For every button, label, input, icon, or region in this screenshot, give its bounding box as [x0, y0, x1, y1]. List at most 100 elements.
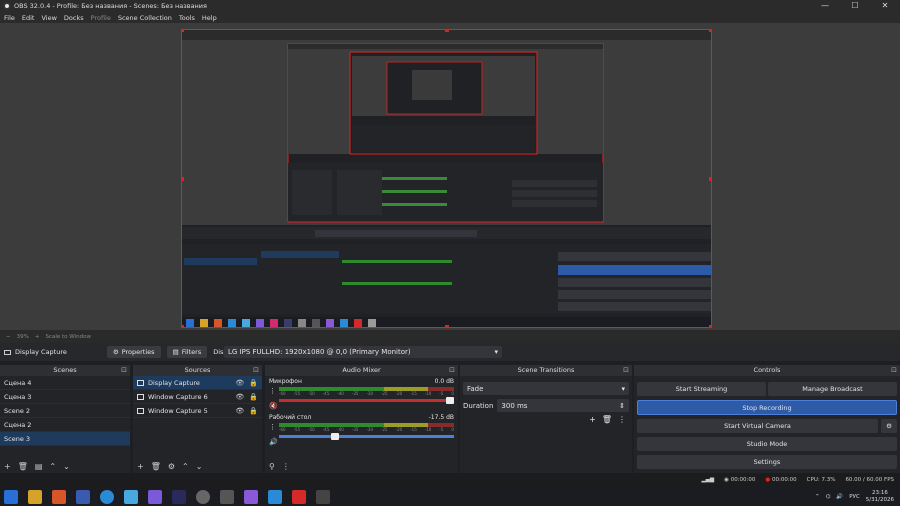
- eye-icon[interactable]: 👁: [235, 376, 244, 390]
- network-icon[interactable]: ⌬: [826, 494, 831, 500]
- trash-icon[interactable]: 🗑: [151, 462, 161, 471]
- zoom-in-icon[interactable]: +: [35, 334, 40, 340]
- volume-slider[interactable]: [279, 433, 454, 440]
- menu-profile[interactable]: Profile: [91, 14, 111, 22]
- resize-handle[interactable]: [445, 325, 449, 327]
- more-icon[interactable]: ⋮: [618, 415, 626, 424]
- chevron-up-icon[interactable]: ⌃: [49, 462, 56, 471]
- app-icon[interactable]: [244, 489, 258, 504]
- app-icon[interactable]: [220, 489, 234, 504]
- channel-db: -17.5 dB: [428, 414, 454, 421]
- volume-icon[interactable]: 🔊: [836, 494, 843, 500]
- resize-handle[interactable]: [445, 30, 449, 32]
- source-item[interactable]: Window Capture 5 👁 🔒: [133, 404, 262, 418]
- trash-icon[interactable]: 🗑: [602, 415, 612, 424]
- resize-handle[interactable]: [709, 325, 711, 327]
- windows-start-icon[interactable]: [4, 489, 18, 504]
- volume-slider[interactable]: [279, 397, 454, 404]
- resize-handle[interactable]: [182, 177, 184, 181]
- properties-button[interactable]: ⚙ Properties: [106, 346, 161, 358]
- filters-button[interactable]: ▤ Filters: [166, 346, 208, 358]
- scale-mode[interactable]: Scale to Window: [45, 334, 91, 340]
- resize-handle[interactable]: [182, 325, 184, 327]
- link-icon[interactable]: ⚲: [269, 462, 275, 471]
- file-explorer-icon[interactable]: [28, 489, 42, 504]
- spin-icon[interactable]: ⇕: [619, 402, 625, 410]
- twitch-icon[interactable]: [316, 489, 330, 504]
- menu-edit[interactable]: Edit: [22, 14, 35, 22]
- display-select[interactable]: LG IPS FULLHD: 1920x1080 @ 0,0 (Primary …: [224, 346, 502, 358]
- source-item[interactable]: Window Capture 6 👁 🔒: [133, 390, 262, 404]
- scene-item[interactable]: Scene 2: [0, 404, 130, 418]
- transition-select[interactable]: Fade ▾: [463, 382, 629, 395]
- filter-icon[interactable]: ▤: [35, 462, 43, 471]
- chevron-up-icon[interactable]: ⌃: [182, 462, 189, 471]
- app-icon[interactable]: [292, 489, 306, 504]
- dock-menu-icon[interactable]: ⊡: [449, 365, 455, 376]
- obs-icon[interactable]: [196, 489, 210, 504]
- add-icon[interactable]: +: [4, 462, 11, 471]
- after-effects-icon[interactable]: [172, 489, 186, 504]
- start-virtual-camera-button[interactable]: Start Virtual Camera: [637, 419, 878, 433]
- speaker-icon[interactable]: 🔊: [269, 438, 278, 446]
- obs-logo-icon: [3, 2, 11, 10]
- gear-icon[interactable]: ⋮: [269, 387, 276, 395]
- resize-handle[interactable]: [709, 30, 711, 32]
- dock-menu-icon[interactable]: ⊡: [253, 365, 259, 376]
- preview-canvas[interactable]: [181, 29, 712, 328]
- maximize-button[interactable]: ☐: [840, 0, 870, 12]
- scene-item[interactable]: Сцена 2: [0, 418, 130, 432]
- slider-handle[interactable]: [446, 397, 454, 404]
- add-icon[interactable]: +: [137, 462, 144, 471]
- scene-item[interactable]: Сцена 4: [0, 376, 130, 390]
- app-icon[interactable]: [148, 489, 162, 504]
- minimize-button[interactable]: —: [810, 0, 840, 12]
- start-streaming-button[interactable]: Start Streaming: [637, 382, 766, 396]
- studio-mode-button[interactable]: Studio Mode: [637, 437, 897, 451]
- app-icon[interactable]: [76, 489, 90, 504]
- edge-icon[interactable]: [100, 489, 114, 504]
- scene-item-selected[interactable]: Scene 3: [0, 432, 130, 446]
- menu-docks[interactable]: Docks: [64, 14, 84, 22]
- chevron-up-icon[interactable]: ⌃: [815, 494, 820, 500]
- app-icon[interactable]: [268, 489, 282, 504]
- dock-menu-icon[interactable]: ⊡: [121, 365, 127, 376]
- chevron-down-icon[interactable]: ⌄: [196, 462, 203, 471]
- more-icon[interactable]: ⋮: [282, 462, 290, 471]
- lock-icon[interactable]: 🔒: [249, 390, 258, 404]
- trash-icon[interactable]: 🗑: [18, 462, 28, 471]
- menu-file[interactable]: File: [4, 14, 15, 22]
- slider-handle[interactable]: [330, 433, 339, 440]
- close-button[interactable]: ✕: [870, 0, 900, 12]
- lock-icon[interactable]: 🔒: [249, 404, 258, 418]
- menu-scene-collection[interactable]: Scene Collection: [118, 14, 172, 22]
- eye-icon[interactable]: 👁: [235, 404, 244, 418]
- zoom-out-icon[interactable]: −: [6, 334, 11, 340]
- dock-menu-icon[interactable]: ⊡: [891, 365, 897, 376]
- app-icon[interactable]: [124, 489, 138, 504]
- gear-icon[interactable]: ⋮: [269, 423, 276, 431]
- menu-help[interactable]: Help: [202, 14, 217, 22]
- settings-button[interactable]: Settings: [637, 455, 897, 469]
- menu-tools[interactable]: Tools: [179, 14, 195, 22]
- gear-icon[interactable]: ⚙: [168, 462, 175, 471]
- browser-icon[interactable]: [52, 489, 66, 504]
- gear-icon: ⚙: [112, 348, 119, 356]
- stop-recording-button[interactable]: Stop Recording: [637, 400, 897, 415]
- virtual-camera-settings-button[interactable]: ⚙: [881, 419, 897, 433]
- record-icon: ●: [765, 477, 771, 483]
- resize-handle[interactable]: [709, 177, 711, 181]
- resize-handle[interactable]: [182, 30, 184, 32]
- duration-input[interactable]: 300 ms ⇕: [497, 399, 629, 412]
- menu-view[interactable]: View: [41, 14, 56, 22]
- add-icon[interactable]: +: [589, 415, 596, 424]
- dock-menu-icon[interactable]: ⊡: [623, 365, 629, 376]
- chevron-down-icon[interactable]: ⌄: [63, 462, 70, 471]
- manage-broadcast-button[interactable]: Manage Broadcast: [768, 382, 897, 396]
- lock-icon[interactable]: 🔒: [249, 376, 258, 390]
- scene-item[interactable]: Сцена 3: [0, 390, 130, 404]
- muted-speaker-icon[interactable]: 🔇: [269, 402, 278, 410]
- language-indicator[interactable]: РУС: [849, 494, 860, 500]
- eye-icon[interactable]: 👁: [235, 390, 244, 404]
- source-item-selected[interactable]: Display Capture 👁 🔒: [133, 376, 262, 390]
